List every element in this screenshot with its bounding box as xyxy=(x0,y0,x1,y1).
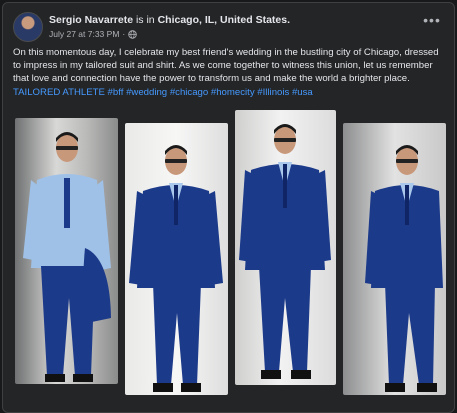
photo-grid xyxy=(3,3,454,412)
man-in-suit-photo xyxy=(239,124,331,379)
man-in-suit-photo xyxy=(365,145,443,392)
photo-4[interactable] xyxy=(343,123,446,395)
post-card: Sergio Navarrete is in Chicago, IL, Unit… xyxy=(2,2,455,413)
photo-3[interactable] xyxy=(235,110,336,385)
photo-2[interactable] xyxy=(125,123,228,395)
man-in-suit-photo xyxy=(129,145,223,392)
man-in-shirt-photo xyxy=(23,132,111,382)
photo-1[interactable] xyxy=(15,118,118,384)
